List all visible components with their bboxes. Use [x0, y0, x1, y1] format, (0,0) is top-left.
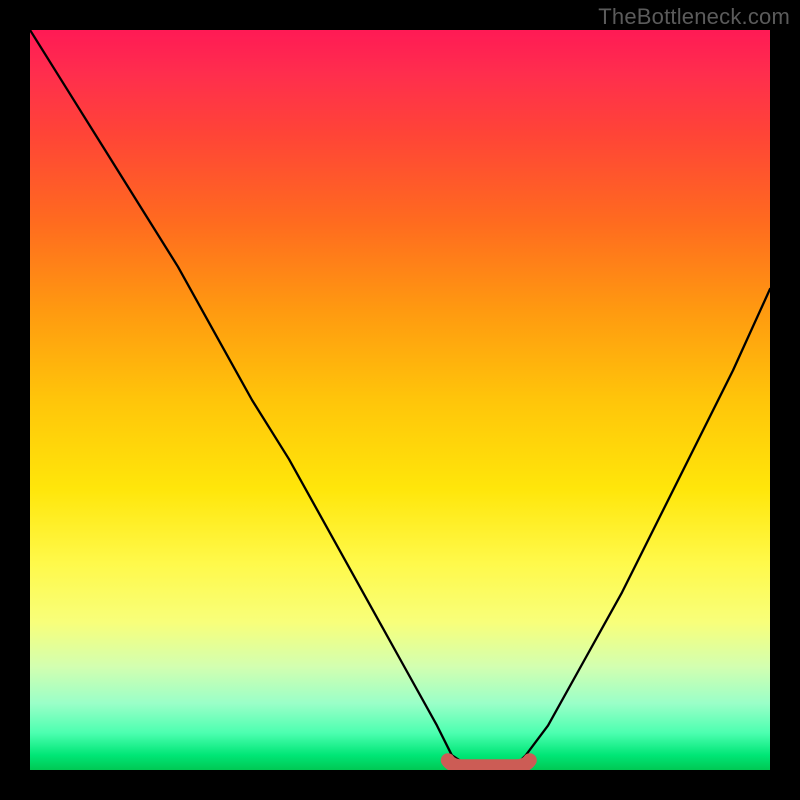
bottleneck-curve-path	[30, 30, 770, 770]
plot-area	[30, 30, 770, 770]
optimal-range-marker	[448, 760, 530, 766]
chart-frame: TheBottleneck.com	[0, 0, 800, 800]
watermark-text: TheBottleneck.com	[598, 4, 790, 30]
bottleneck-chart-svg	[30, 30, 770, 770]
